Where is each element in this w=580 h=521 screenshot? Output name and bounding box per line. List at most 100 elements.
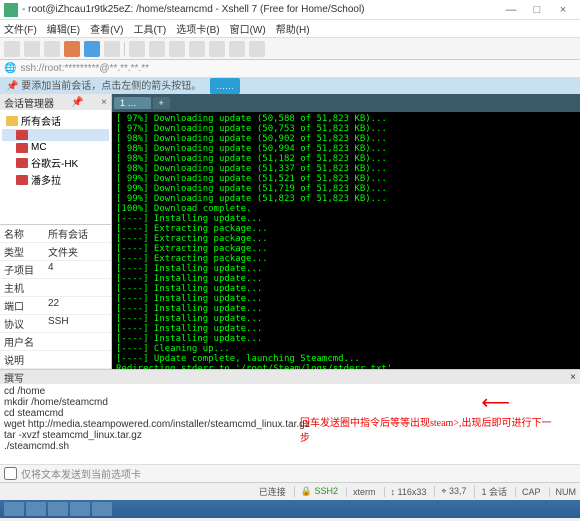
taskbar-item[interactable] <box>4 502 24 516</box>
toolbar-button[interactable] <box>84 41 100 57</box>
toolbar-button[interactable] <box>169 41 185 57</box>
prop-value: 文件夹 <box>44 243 111 260</box>
toolbar-button[interactable] <box>129 41 145 57</box>
window-title: - root@iZhcau1r9tk25eZ: /home/steamcmd -… <box>22 4 498 15</box>
property-row: 主机 <box>0 279 111 297</box>
prop-key: 说明 <box>0 351 44 368</box>
session-manager: 会话管理器 📌 × 所有会话 MC 谷歌云-HK 潘多拉 名称所有会话类型文件夹子项目… <box>0 94 112 369</box>
tree-node[interactable] <box>2 129 109 141</box>
status-cap: CAP <box>515 487 541 497</box>
taskbar-item[interactable] <box>92 502 112 516</box>
toolbar-button[interactable] <box>24 41 40 57</box>
prop-key: 类型 <box>0 243 44 260</box>
tree-label: MC <box>31 142 47 153</box>
menu-item[interactable]: 窗口(W) <box>230 21 266 36</box>
properties-panel: 名称所有会话类型文件夹子项目4主机端口22协议SSH用户名说明 <box>0 224 111 369</box>
titlebar: - root@iZhcau1r9tk25eZ: /home/steamcmd -… <box>0 0 580 20</box>
toolbar-button[interactable] <box>189 41 205 57</box>
terminal-output[interactable]: [ 97%] Downloading update (50,588 of 51,… <box>112 112 580 369</box>
prop-value <box>44 351 111 368</box>
prop-key: 用户名 <box>0 333 44 350</box>
tree-node[interactable]: 潘多拉 <box>2 171 109 188</box>
separator <box>124 42 125 56</box>
status-term: xterm <box>346 487 376 497</box>
tree-node[interactable]: 谷歌云-HK <box>2 154 109 171</box>
property-row: 类型文件夹 <box>0 243 111 261</box>
send-current-tab-checkbox[interactable] <box>4 467 17 480</box>
sidebar-header: 会话管理器 📌 × <box>0 94 111 110</box>
compose-title: 撰写 <box>4 370 24 385</box>
prop-key: 子项目 <box>0 261 44 278</box>
menu-item[interactable]: 查看(V) <box>90 21 123 36</box>
toolbar-button[interactable] <box>64 41 80 57</box>
tree-label: 所有会话 <box>21 113 61 128</box>
ssh-icon <box>16 143 28 153</box>
property-row: 名称所有会话 <box>0 225 111 243</box>
toolbar-button[interactable] <box>249 41 265 57</box>
tree-node[interactable]: 所有会话 <box>2 112 109 129</box>
ssh-icon <box>16 158 28 168</box>
toolbar-button[interactable] <box>229 41 245 57</box>
compose-header: 撰写 × <box>0 370 580 384</box>
taskbar-item[interactable] <box>70 502 90 516</box>
address-bar[interactable]: 🌐 ssh://root:*********@**.**.**.** <box>0 60 580 78</box>
status-pos: ⌖ 33,7 <box>434 486 466 497</box>
menu-item[interactable]: 文件(F) <box>4 21 37 36</box>
property-row: 协议SSH <box>0 315 111 333</box>
status-num: NUM <box>549 487 577 497</box>
new-tab-button[interactable]: + <box>153 97 170 109</box>
toolbar-button[interactable] <box>104 41 120 57</box>
notice-text: 要添加当前会话，点击左侧的箭头按钮。 <box>21 81 201 92</box>
notice-bar: 📌 要添加当前会话，点击左侧的箭头按钮。 …… <box>0 78 580 94</box>
taskbar-item[interactable] <box>26 502 46 516</box>
menubar: 文件(F) 编辑(E) 查看(V) 工具(T) 选项卡(B) 窗口(W) 帮助(H) <box>0 20 580 38</box>
tree-node[interactable]: MC <box>2 141 109 154</box>
maximize-button[interactable]: □ <box>524 1 550 19</box>
property-row: 说明 <box>0 351 111 369</box>
status-sessions: 1 会话 <box>474 485 507 498</box>
property-row: 用户名 <box>0 333 111 351</box>
session-tree: 所有会话 MC 谷歌云-HK 潘多拉 <box>0 110 111 224</box>
toolbar-button[interactable] <box>4 41 20 57</box>
toolbar-button[interactable] <box>44 41 60 57</box>
compose-options: 仅将文本发送到当前选项卡 <box>0 464 580 482</box>
tree-label: 潘多拉 <box>31 172 61 187</box>
prop-value <box>44 333 111 350</box>
menu-item[interactable]: 编辑(E) <box>47 21 80 36</box>
os-taskbar <box>0 500 580 518</box>
prop-value: 所有会话 <box>44 225 111 242</box>
terminal-panel: 1 …+ [ 97%] Downloading update (50,588 o… <box>112 94 580 369</box>
main-area: 会话管理器 📌 × 所有会话 MC 谷歌云-HK 潘多拉 名称所有会话类型文件夹子项目… <box>0 94 580 369</box>
notice-button[interactable]: …… <box>210 78 240 94</box>
folder-icon <box>6 116 18 126</box>
info-icon: 📌 <box>6 81 18 92</box>
pin-icon[interactable]: 📌 <box>71 97 83 108</box>
toolbar-button[interactable] <box>149 41 165 57</box>
globe-icon: 🌐 <box>4 63 16 74</box>
terminal-tab[interactable]: 1 … <box>114 97 151 109</box>
compose-body[interactable]: cd /homemkdir /home/steamcmdcd steamcmdw… <box>0 384 580 464</box>
sidebar-title: 会话管理器 <box>4 95 54 110</box>
property-row: 端口22 <box>0 297 111 315</box>
tree-label: 谷歌云-HK <box>31 155 78 170</box>
prop-key: 协议 <box>0 315 44 332</box>
menu-item[interactable]: 工具(T) <box>133 21 166 36</box>
close-button[interactable]: × <box>550 1 576 19</box>
status-ssh2: 🔒 SSH2 <box>294 486 338 497</box>
toolbar <box>0 38 580 60</box>
prop-value: 22 <box>44 297 111 314</box>
status-connection: 已连接 <box>259 485 286 498</box>
prop-value <box>44 279 111 296</box>
annotation-text: 回车发送圈中指令后等等出现steam>,出现后即可进行下一步 <box>300 414 560 444</box>
taskbar-item[interactable] <box>48 502 68 516</box>
menu-item[interactable]: 帮助(H) <box>276 21 310 36</box>
toolbar-button[interactable] <box>209 41 225 57</box>
prop-value: 4 <box>44 261 111 278</box>
close-icon[interactable]: × <box>101 97 107 108</box>
compose-panel: 撰写 × cd /homemkdir /home/steamcmdcd stea… <box>0 369 580 482</box>
close-icon[interactable]: × <box>570 372 576 383</box>
status-size: ↕ 116x33 <box>384 487 427 497</box>
arrow-annotation: ⟵ <box>481 390 510 415</box>
menu-item[interactable]: 选项卡(B) <box>176 21 219 36</box>
minimize-button[interactable]: — <box>498 1 524 19</box>
